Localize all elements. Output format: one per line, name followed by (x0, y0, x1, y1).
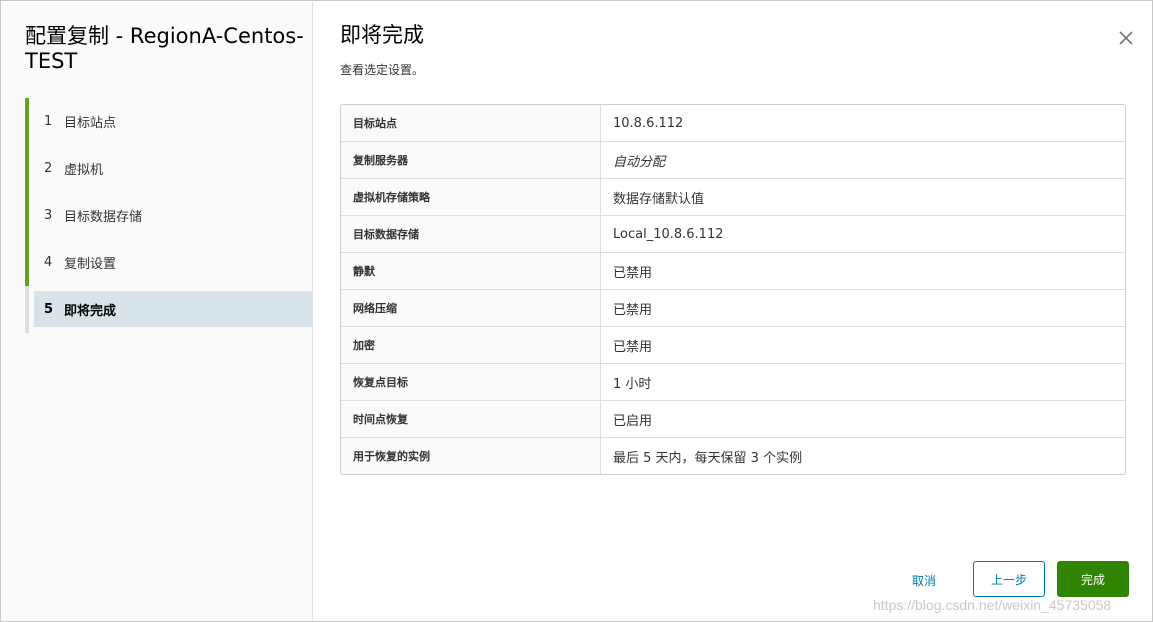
summary-value: 已禁用 (613, 302, 653, 318)
summary-key: 网络压缩 (341, 290, 601, 326)
step-ready-to-complete[interactable]: 5 即将完成 (25, 286, 313, 333)
summary-key: 加密 (341, 327, 601, 363)
summary-value: 已禁用 (613, 265, 653, 281)
summary-key: 时间点恢复 (341, 401, 601, 437)
summary-key: 复制服务器 (341, 142, 601, 178)
table-row: 虚拟机存储策略 数据存储默认值 (341, 179, 1125, 216)
summary-value: 自动分配 (613, 154, 666, 170)
summary-value: 数据存储默认值 (613, 191, 705, 207)
cancel-button[interactable]: 取消 (891, 562, 957, 598)
step-progress-bar (25, 286, 29, 333)
step-target-datastore[interactable]: 3 目标数据存储 (25, 192, 313, 239)
table-row: 恢复点目标 1 小时 (341, 364, 1125, 401)
page-title: 即将完成 (340, 23, 424, 47)
table-row: 时间点恢复 已启用 (341, 401, 1125, 438)
step-number: 3 (44, 208, 53, 223)
table-row: 目标站点 10.8.6.112 (341, 105, 1125, 142)
back-button[interactable]: 上一步 (973, 561, 1045, 597)
step-target-site[interactable]: 1 目标站点 (25, 98, 313, 145)
step-label: 复制设置 (64, 257, 117, 272)
step-progress-bar (25, 145, 29, 192)
table-row: 网络压缩 已禁用 (341, 290, 1125, 327)
watermark: https://blog.csdn.net/weixin_45735058 (873, 597, 1112, 613)
step-progress-bar (25, 192, 29, 239)
summary-key: 用于恢复的实例 (341, 438, 601, 474)
finish-button[interactable]: 完成 (1057, 561, 1129, 597)
summary-key: 恢复点目标 (341, 364, 601, 400)
wizard-title: 配置复制 - RegionA-Centos-TEST (25, 24, 304, 73)
page-subtitle: 查看选定设置。 (340, 63, 425, 77)
table-row: 目标数据存储 Local_10.8.6.112 (341, 216, 1125, 253)
step-number: 5 (44, 302, 54, 317)
summary-value: 10.8.6.112 (613, 115, 684, 131)
summary-value: 最后 5 天内，每天保留 3 个实例 (613, 450, 803, 466)
step-progress-bar (25, 98, 29, 145)
wizard-sidebar: 配置复制 - RegionA-Centos-TEST 1 目标站点 2 虚拟机 … (2, 2, 313, 621)
summary-key: 目标数据存储 (341, 216, 601, 252)
summary-key: 虚拟机存储策略 (341, 179, 601, 215)
table-row: 复制服务器 自动分配 (341, 142, 1125, 179)
step-label: 即将完成 (64, 304, 117, 319)
table-row: 静默 已禁用 (341, 253, 1125, 290)
step-progress-bar (25, 239, 29, 286)
step-virtual-machines[interactable]: 2 虚拟机 (25, 145, 313, 192)
summary-value: 已禁用 (613, 339, 653, 355)
summary-key: 静默 (341, 253, 601, 289)
close-icon (1119, 31, 1133, 45)
close-button[interactable] (1115, 27, 1137, 49)
step-label: 目标站点 (64, 116, 117, 131)
summary-key: 目标站点 (341, 105, 601, 141)
step-replication-settings[interactable]: 4 复制设置 (25, 239, 313, 286)
step-label: 虚拟机 (64, 163, 104, 178)
summary-value: Local_10.8.6.112 (613, 226, 724, 242)
table-row: 用于恢复的实例 最后 5 天内，每天保留 3 个实例 (341, 438, 1125, 474)
table-row: 加密 已禁用 (341, 327, 1125, 364)
summary-table: 目标站点 10.8.6.112 复制服务器 自动分配 虚拟机存储策略 数据存储默… (340, 104, 1126, 475)
configure-replication-dialog: 配置复制 - RegionA-Centos-TEST 1 目标站点 2 虚拟机 … (0, 0, 1153, 622)
step-number: 4 (44, 255, 53, 270)
step-number: 2 (44, 161, 53, 176)
step-number: 1 (44, 114, 53, 129)
summary-value: 1 小时 (613, 376, 652, 392)
wizard-steps: 1 目标站点 2 虚拟机 3 目标数据存储 4 复制设置 5 即将完成 (25, 98, 313, 333)
step-label: 目标数据存储 (64, 210, 143, 225)
summary-value: 已启用 (613, 413, 653, 429)
